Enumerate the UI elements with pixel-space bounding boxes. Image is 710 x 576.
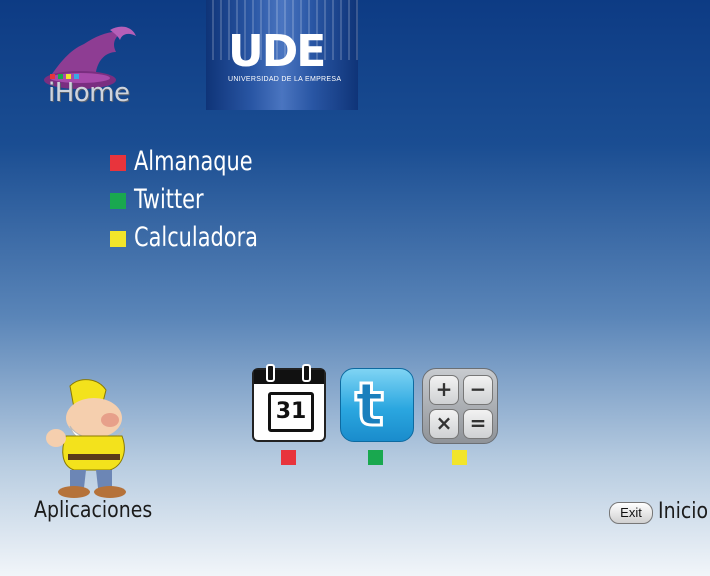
equals-key: = [463, 409, 493, 439]
calendar-ring [266, 364, 275, 382]
plus-key: + [429, 375, 459, 405]
app-menu: Almanaque Twitter Calculadora [110, 142, 278, 256]
calendar-icon[interactable]: 31 [252, 364, 326, 442]
ude-logo: UDE UNIVERSIDAD DE LA EMPRESA [206, 0, 358, 110]
green-key-indicator [110, 193, 126, 209]
home-link[interactable]: Inicio [658, 499, 708, 524]
menu-item-twitter[interactable]: Twitter [110, 180, 278, 218]
dwarf-mascot-icon [46, 379, 126, 498]
red-key-indicator [110, 155, 126, 171]
calendar-ring [302, 364, 311, 382]
apps-label: Aplicaciones [34, 498, 153, 523]
menu-item-calculadora[interactable]: Calculadora [110, 218, 278, 256]
red-key-indicator [281, 450, 296, 465]
multiply-key: × [429, 409, 459, 439]
green-key-indicator [368, 450, 383, 465]
calculator-icon[interactable]: + − × = [422, 368, 498, 444]
ude-logo-subtitle: UNIVERSIDAD DE LA EMPRESA [228, 76, 342, 83]
calendar-header [254, 370, 324, 384]
menu-item-label: Twitter [134, 183, 204, 215]
menu-item-label: Calculadora [134, 221, 258, 253]
exit-button[interactable]: Exit [609, 502, 653, 524]
calendar-day: 31 [268, 392, 314, 432]
twitter-icon[interactable]: t [340, 368, 414, 442]
yellow-key-indicator [110, 231, 126, 247]
yellow-key-indicator [452, 450, 467, 465]
twitter-t-glyph: t [354, 370, 386, 440]
ude-logo-text: UDE [228, 26, 326, 77]
menu-item-almanaque[interactable]: Almanaque [110, 142, 278, 180]
ihome-logo: iHome [26, 22, 158, 112]
menu-item-label: Almanaque [134, 145, 253, 177]
minus-key: − [463, 375, 493, 405]
ihome-logo-text: iHome [48, 78, 130, 108]
